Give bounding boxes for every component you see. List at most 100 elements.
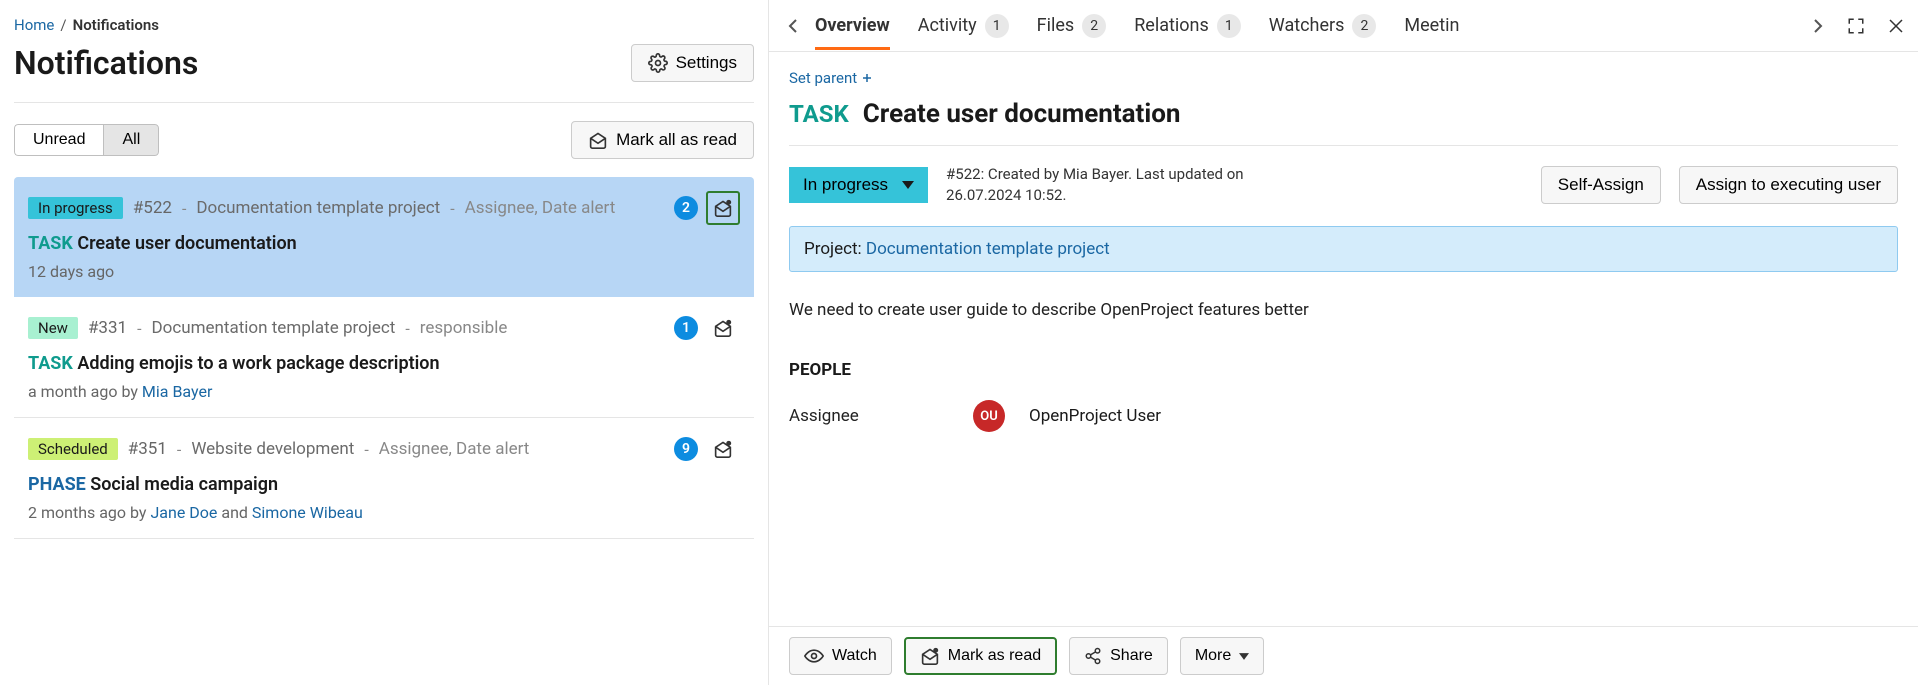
breadcrumb-current: Notifications <box>73 16 159 34</box>
action-bar: Watch Mark as read Share More <box>769 626 1918 685</box>
notification-item[interactable]: In progress #522 - Documentation templat… <box>14 177 754 297</box>
wp-type: PHASE <box>28 474 86 495</box>
share-label: Share <box>1110 647 1153 665</box>
wp-reason: responsible <box>420 318 508 338</box>
set-parent-label: Set parent <box>789 69 857 87</box>
project-link[interactable]: Documentation template project <box>866 239 1110 259</box>
project-prefix: Project: <box>804 239 862 259</box>
notification-list: In progress #522 - Documentation templat… <box>14 177 754 539</box>
mark-all-read-button[interactable]: Mark all as read <box>571 121 754 159</box>
wp-actor[interactable]: Simone Wibeau <box>252 503 363 522</box>
dash: - <box>450 199 454 218</box>
assign-executing-button[interactable]: Assign to executing user <box>1679 166 1898 204</box>
tab-label: Activity <box>918 15 977 36</box>
detail-subject[interactable]: Create user documentation <box>863 99 1181 129</box>
mark-all-label: Mark all as read <box>616 130 737 150</box>
dash: - <box>364 440 368 459</box>
plus-icon <box>861 72 873 84</box>
unread-count-badge: 9 <box>674 437 698 461</box>
caret-down-icon <box>902 181 914 189</box>
status-label: In progress <box>803 175 888 195</box>
wp-actor[interactable]: Mia Bayer <box>142 382 212 401</box>
assignee-name[interactable]: OpenProject User <box>1029 406 1161 426</box>
share-icon <box>1084 647 1102 665</box>
breadcrumb-home[interactable]: Home <box>14 16 54 34</box>
tab-count: 1 <box>1217 14 1241 38</box>
notification-item[interactable]: New #331 - Documentation template projec… <box>14 297 754 418</box>
detail-meta: #522: Created by Mia Bayer. Last updated… <box>946 164 1246 206</box>
unread-count-badge: 1 <box>674 316 698 340</box>
mail-open-icon <box>588 131 608 149</box>
by-word: by <box>121 382 137 401</box>
dash: - <box>182 199 186 218</box>
more-button[interactable]: More <box>1180 637 1264 675</box>
mark-read-icon[interactable] <box>706 191 740 225</box>
wp-type: TASK <box>28 233 73 254</box>
self-assign-button[interactable]: Self-Assign <box>1541 166 1661 204</box>
tab-count: 1 <box>985 14 1009 38</box>
status-badge: New <box>28 317 78 339</box>
tabs-scroll-right[interactable] <box>1804 12 1832 40</box>
tab-label: Relations <box>1134 15 1209 36</box>
notification-item[interactable]: Scheduled #351 - Website development - A… <box>14 418 754 539</box>
settings-button[interactable]: Settings <box>631 44 754 82</box>
page-title: Notifications <box>14 44 198 82</box>
more-label: More <box>1195 647 1231 665</box>
gear-icon <box>648 53 668 73</box>
caret-down-icon <box>1239 653 1249 660</box>
description-text[interactable]: We need to create user guide to describe… <box>789 300 1898 320</box>
tab-count: 2 <box>1082 14 1106 38</box>
wp-reason: Assignee, Date alert <box>465 198 616 218</box>
share-button[interactable]: Share <box>1069 637 1168 675</box>
status-dropdown[interactable]: In progress <box>789 167 928 203</box>
tab-activity[interactable]: Activity 1 <box>918 2 1009 50</box>
wp-project: Website development <box>191 439 354 459</box>
tab-relations[interactable]: Relations 1 <box>1134 2 1241 50</box>
filter-all[interactable]: All <box>103 124 159 156</box>
wp-time: 2 months ago <box>28 503 126 522</box>
wp-id: #351 <box>128 439 167 459</box>
tab-watchers[interactable]: Watchers 2 <box>1269 2 1377 50</box>
dash: - <box>177 440 181 459</box>
wp-subject: Create user documentation <box>77 233 296 254</box>
tab-files[interactable]: Files 2 <box>1037 2 1107 50</box>
wp-time: 12 days ago <box>28 262 114 281</box>
status-badge: Scheduled <box>28 438 118 460</box>
dash: - <box>405 319 409 338</box>
avatar: OU <box>973 400 1005 432</box>
wp-actor[interactable]: Jane Doe <box>150 503 217 522</box>
watch-button[interactable]: Watch <box>789 637 892 675</box>
wp-reason: Assignee, Date alert <box>379 439 530 459</box>
close-icon[interactable] <box>1884 14 1908 38</box>
tabs-scroll-left[interactable] <box>779 12 807 40</box>
tab-meetings[interactable]: Meetin <box>1404 2 1459 50</box>
tab-label: Meetin <box>1404 15 1459 36</box>
mark-read-icon[interactable] <box>706 432 740 466</box>
project-banner: Project: Documentation template project <box>789 226 1898 272</box>
filter-unread[interactable]: Unread <box>14 124 103 156</box>
wp-time: a month ago <box>28 382 118 401</box>
watch-label: Watch <box>832 647 877 665</box>
wp-id: #522 <box>133 198 172 218</box>
breadcrumb-separator: / <box>60 16 66 34</box>
mark-read-icon[interactable] <box>706 311 740 345</box>
fullscreen-icon[interactable] <box>1844 14 1868 38</box>
tab-label: Overview <box>815 15 890 36</box>
tab-label: Files <box>1037 15 1075 36</box>
tab-count: 2 <box>1352 14 1376 38</box>
unread-count-badge: 2 <box>674 196 698 220</box>
settings-label: Settings <box>676 53 737 73</box>
set-parent-link[interactable]: Set parent <box>789 69 873 87</box>
breadcrumb: Home / Notifications <box>14 16 754 34</box>
and-word: and <box>221 503 248 522</box>
wp-subject: Adding emojis to a work package descript… <box>77 353 439 374</box>
mark-as-read-button[interactable]: Mark as read <box>904 637 1057 675</box>
mark-read-label: Mark as read <box>948 647 1041 665</box>
assignee-label: Assignee <box>789 406 949 426</box>
mail-open-icon <box>920 647 940 665</box>
detail-type: TASK <box>789 100 849 128</box>
filter-toggle: Unread All <box>14 124 159 156</box>
tab-overview[interactable]: Overview <box>815 2 890 50</box>
tab-label: Watchers <box>1269 15 1345 36</box>
dash: - <box>137 319 141 338</box>
